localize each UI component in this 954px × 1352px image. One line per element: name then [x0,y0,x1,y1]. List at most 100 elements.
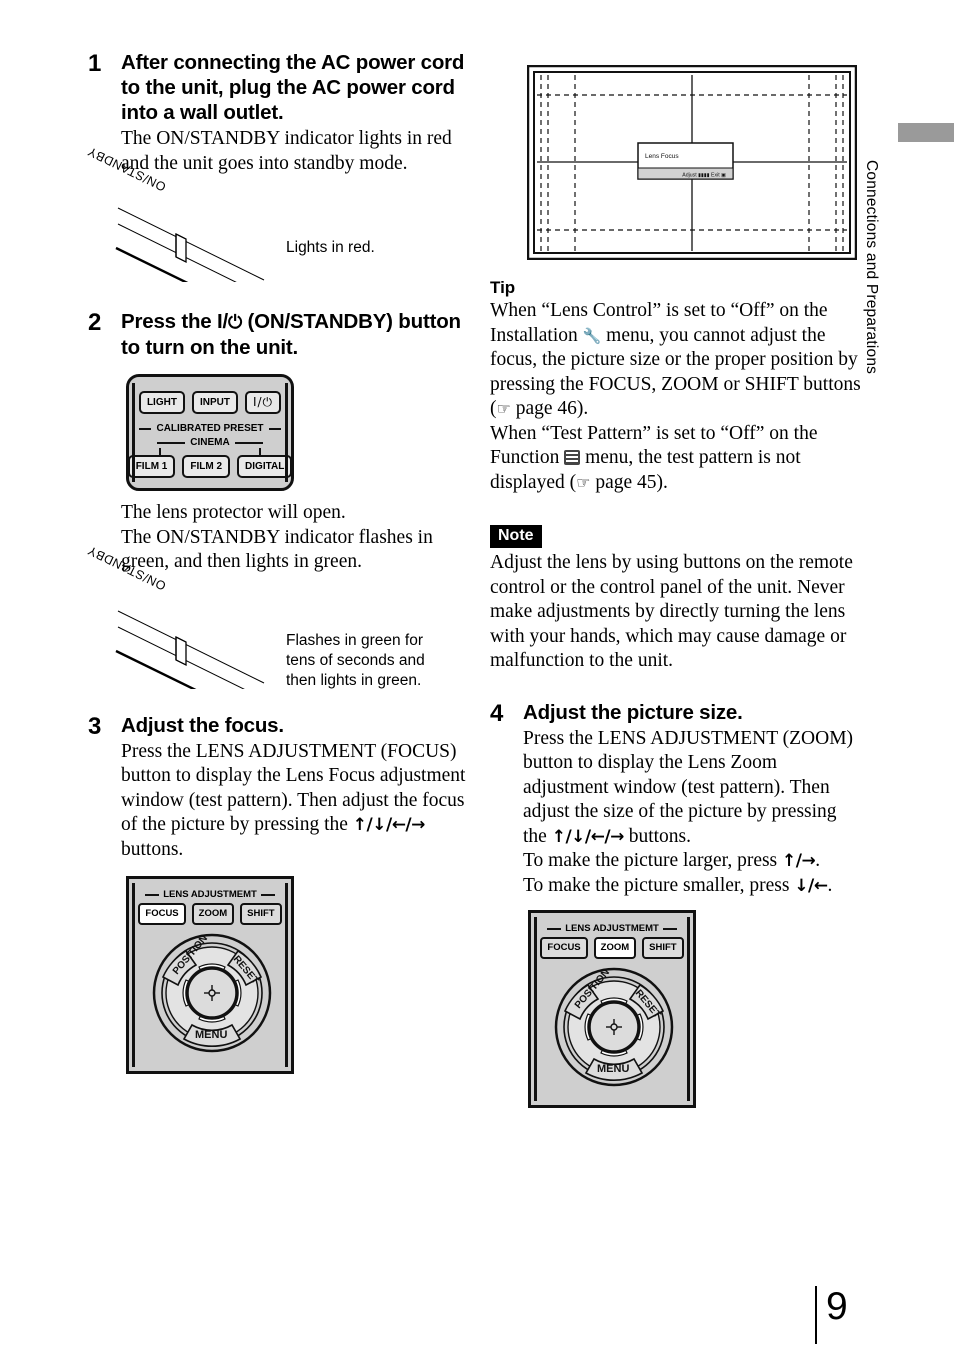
remote-film1-button[interactable]: FILM 1 [127,455,176,478]
step-3-heading: Adjust the focus. [121,713,284,737]
step-3: 3 Adjust the focus. Press the LENS ADJUS… [88,713,468,863]
indicator-figure-red: ON/STANDBY Lights in red. [85,144,468,285]
remote-control-figure: LIGHT INPUT I/⏻ CALIBRATED PRESET CINEMA… [126,374,294,491]
step-4-larger-post: . [815,850,821,871]
lens-adjustment-label-2: LENS ADJUSTMEMT [547,923,678,934]
indicator-figure-green: ON/STANDBY Flashes in green for tens of … [85,543,468,697]
lens-rule-left [145,893,160,896]
bracket-left [159,448,161,455]
side-tab-marker [898,123,954,142]
tip-line2-page: page 45). [590,471,668,493]
pointing-hand-icon-2: ☞ [576,472,591,492]
bracket-right [259,448,261,455]
remote-top-row: LIGHT INPUT I/⏻ [135,391,285,414]
indicator-diagram-svg [115,207,265,282]
tip-title: Tip [490,278,516,297]
remote-input-button[interactable]: INPUT [191,391,238,414]
lens-adjustment-label: LENS ADJUSTMEMT [145,889,276,900]
remote-film2-button[interactable]: FILM 2 [182,455,231,478]
side-tab-label: Connections and Preparations [863,160,880,375]
step-2-number: 2 [88,309,102,336]
panel-focus-button-2[interactable]: FOCUS [540,937,588,959]
lens-rule-right-2 [662,927,678,930]
panel-focus-button[interactable]: FOCUS [138,903,186,925]
smaller-arrows-icon: ↓/← [794,875,828,896]
step-2: 2 Press the I/⏻ (ON/STANDBY) button to t… [88,309,468,360]
step-1-number: 1 [88,50,102,77]
remote-power-button[interactable]: I/⏻ [244,391,282,414]
page-number-rule [815,1286,817,1344]
left-column: 1 After connecting the AC power cord to … [85,50,468,1074]
lens-adjustment-text: LENS ADJUSTMEMT [163,889,257,900]
panel-dial: POSITION RESET MENU [137,931,283,1059]
step-2-heading: Press the I/⏻ (ON/STANDBY) button to tur… [121,309,468,360]
step-4: 4 Adjust the picture size. Press the LEN… [490,700,865,899]
step-3-body: Press the LENS ADJUSTMENT (FOCUS) button… [121,740,468,863]
osd-footer: Adjust ▮▮▮▮ Exit ▣ [682,173,726,179]
step-1: 1 After connecting the AC power cord to … [88,50,468,176]
panel-button-row: FOCUS ZOOM SHIFT [137,903,283,925]
control-panel-figure-focus: LENS ADJUSTMEMT FOCUS ZOOM SHIFT POSITIO… [126,876,294,1074]
step-1-heading: After connecting the AC power cord to th… [121,51,465,124]
manual-page: 1 After connecting the AC power cord to … [0,0,954,1352]
wrench-icon: 🔧 [582,326,602,345]
cinema-rule-right [234,441,264,444]
test-pattern-figure: Lens Focus Adjust ▮▮▮▮ Exit ▣ [526,64,858,261]
pointing-hand-icon: ☞ [496,399,511,418]
remote-digital-button[interactable]: DIGITAL [237,455,293,478]
test-pattern-svg: Lens Focus Adjust ▮▮▮▮ Exit ▣ [526,64,858,261]
lens-rule-right [260,893,276,896]
rule-right [268,427,282,430]
rule-left [139,427,152,430]
panel-button-row-2: FOCUS ZOOM SHIFT [539,937,685,959]
note-section: Note Adjust the lens by using buttons on… [490,525,865,674]
step-1-body: The ON/STANDBY indicator lights in red a… [121,128,452,174]
step-4-smaller-post: . [827,874,833,896]
lens-rule-left-2 [547,927,562,930]
power-symbol-icon: ⏻ [228,312,243,333]
note-badge: Note [490,525,542,548]
step-2-body: The lens protector will open. The ON/STA… [121,502,433,572]
step-2-heading-pre: Press the I/ [121,310,228,333]
step-4-number: 4 [490,699,504,727]
step-4-smaller-pre: To make the picture smaller, press [523,874,795,896]
direction-arrows-icon: ↑/↓/←/→ [352,815,426,835]
step-3-body-post: buttons. [121,838,184,860]
direction-arrows-icon-2: ↑/↓/←/→ [551,826,625,847]
step-4-body-mid: buttons. [623,825,691,847]
panel-shift-button[interactable]: SHIFT [240,903,282,925]
menu-label: MENU [195,1029,227,1041]
calibrated-preset-label: CALIBRATED PRESET [139,423,282,434]
cinema-brackets [159,448,261,455]
page-number: 9 [826,1285,848,1328]
control-panel-figure-zoom: LENS ADJUSTMEMT FOCUS ZOOM SHIFT POSITIO… [528,910,696,1108]
cinema-rule-left [157,441,186,444]
cinema-label: CINEMA [157,437,264,448]
menu-label-2: MENU [597,1063,629,1075]
indicator-caption-green: Flashes in green for tens of seconds and… [286,631,425,689]
right-column: Tip When “Lens Control” is set to “Off” … [490,278,865,1108]
panel-shift-button-2[interactable]: SHIFT [642,937,684,959]
panel-dial-2: POSITION RESET MENU [539,965,685,1093]
tip-body: When “Lens Control” is set to “Off” on t… [490,299,865,495]
tip-section: Tip When “Lens Control” is set to “Off” … [490,278,865,495]
step-4-heading: Adjust the picture size. [523,700,743,724]
panel-zoom-button-2[interactable]: ZOOM [593,937,637,959]
panel-zoom-button[interactable]: ZOOM [191,903,235,925]
dial-svg: POSITION RESET MENU [152,933,272,1053]
note-body: Adjust the lens by using buttons on the … [490,552,853,671]
larger-arrows-icon: ↑/→ [782,851,816,871]
tip-line1-page: page 46). [510,398,589,419]
step-4-body: Press the LENS ADJUSTMENT (ZOOM) button … [523,727,865,899]
step-3-number: 3 [88,712,102,740]
cinema-text: CINEMA [190,437,230,448]
remote-preset-row: FILM 1 FILM 2 DIGITAL [127,455,293,478]
calibrated-preset-text: CALIBRATED PRESET [156,423,264,434]
indicator-caption-red: Lights in red. [286,239,375,256]
dial-svg-2: POSITION RESET MENU [554,967,674,1087]
osd-title: Lens Focus [645,153,679,160]
remote-light-button[interactable]: LIGHT [138,391,185,414]
function-menu-icon [564,450,581,465]
step-4-larger-pre: To make the picture larger, press [523,850,783,871]
lens-adjustment-text-2: LENS ADJUSTMEMT [565,923,659,934]
